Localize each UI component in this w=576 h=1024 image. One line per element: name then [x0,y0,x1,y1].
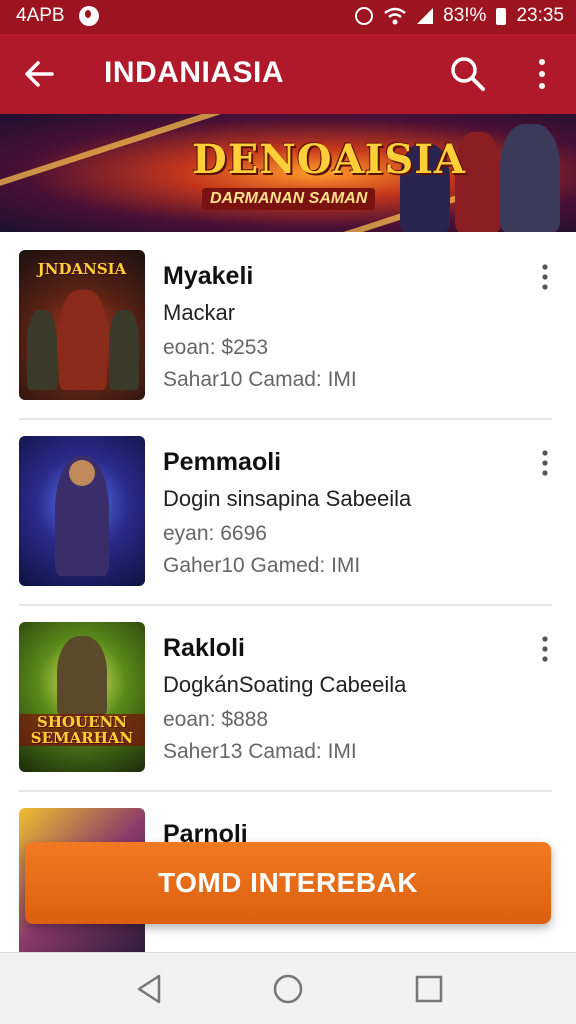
game-thumbnail[interactable] [19,436,145,586]
app-bar: INDANIASIA [0,34,576,114]
banner-title: DENOAISIA [192,136,466,183]
status-bar: 4APB 83!% 23:35 [0,0,576,34]
thumbnail-title: JNDANSIA [37,260,127,278]
hero-banner[interactable]: DENOAISIA DARMANAN SAMAN [0,114,576,232]
back-triangle-icon[interactable] [131,971,167,1007]
cta-button[interactable]: TOMD INTEREBAK [25,842,551,924]
item-more-icon[interactable] [534,262,556,292]
game-title: Myakeli [163,262,254,290]
signal-icon [417,8,434,24]
item-more-icon[interactable] [534,634,556,664]
status-left-text: 4APB [16,5,65,26]
battery-percent: 83!% [443,5,487,26]
app-title: INDANIASIA [104,56,285,89]
banner-subtitle: DARMANAN SAMAN [202,188,376,210]
thumbnail-title: SHOUENN SEMARHAN [19,714,145,746]
status-time: 23:35 [516,5,564,26]
more-vert-icon[interactable] [528,56,556,92]
back-arrow-icon[interactable] [22,54,58,94]
game-subtitle: Mackar [163,300,236,325]
list-item[interactable]: JNDANSIA Myakeli Mackar eoan: $253 Sahar… [0,232,576,418]
recents-square-icon[interactable] [411,971,447,1007]
banner-character [500,124,560,232]
home-circle-icon[interactable] [270,971,306,1007]
game-subtitle: Dogin sinsapina Sabeeila [163,486,412,511]
game-meta: Gaher10 Gamed: IMI [163,554,361,577]
system-nav-bar [0,952,576,1024]
game-price: eoan: $253 [163,336,269,359]
game-price: eoan: $888 [163,708,269,731]
game-thumbnail[interactable]: SHOUENN SEMARHAN [19,622,145,772]
search-icon[interactable] [448,54,488,94]
game-title: Rakloli [163,634,245,662]
wifi-icon [384,7,406,25]
game-price: eyan: 6696 [163,522,267,545]
game-meta: Saher13 Camad: IMI [163,740,357,763]
alarm-icon [355,7,374,25]
list-item[interactable]: SHOUENN SEMARHAN Rakloli DogkánSoating C… [0,604,576,790]
app-badge-icon [78,6,99,26]
item-more-icon[interactable] [534,448,556,478]
game-title: Pemmaoli [163,448,282,476]
game-subtitle: DogkánSoating Cabeeila [163,672,407,697]
battery-icon [496,7,507,25]
game-thumbnail[interactable]: JNDANSIA [19,250,145,400]
list-item[interactable]: Pemmaoli Dogin sinsapina Sabeeila eyan: … [0,418,576,604]
game-meta: Sahar10 Camad: IMI [163,368,357,391]
